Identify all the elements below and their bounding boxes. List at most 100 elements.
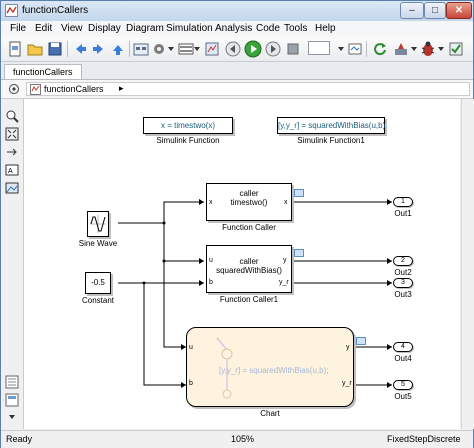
breadcrumb-field: functionCallers ▸	[26, 82, 470, 96]
constant-label: Constant	[81, 296, 115, 305]
forward-icon[interactable]	[90, 40, 108, 58]
back-icon[interactable]	[71, 40, 89, 58]
simulation-mode-icon[interactable]	[346, 40, 364, 58]
new-model-icon[interactable]	[6, 40, 24, 58]
menu-help[interactable]: Help	[315, 23, 336, 34]
outport-4[interactable]: 4	[393, 342, 413, 352]
breadcrumb-item-functioncallers[interactable]: functionCallers	[44, 84, 104, 94]
simulink-window: functionCallers – □ ✕ File Edit View Dis…	[0, 0, 474, 448]
outport-5-label: Out5	[394, 392, 412, 401]
sine-wave-label: Sine Wave	[78, 239, 118, 248]
solver-name: FixedStepDiscrete	[387, 434, 461, 444]
stop-time-combo[interactable]	[308, 41, 330, 55]
stop-icon[interactable]	[284, 40, 302, 58]
explorer-icon[interactable]	[203, 40, 221, 58]
svg-text:A: A	[8, 168, 13, 175]
caller-function-name: timestwo()	[230, 198, 268, 207]
image-icon[interactable]	[5, 181, 19, 195]
menu-simulation[interactable]: Simulation	[166, 23, 213, 34]
chart-link-icon[interactable]	[356, 337, 366, 345]
zoom-level: 105%	[231, 434, 255, 444]
function-caller1-block[interactable]: caller squaredWithBias() u b y y_r	[206, 245, 292, 293]
outport-2-label: Out2	[394, 268, 412, 277]
vertical-scrollbar[interactable]	[461, 99, 474, 429]
model-browser-icon[interactable]	[5, 375, 19, 389]
sine-wave-block[interactable]	[87, 211, 109, 237]
status-bar: Ready 105% FixedStepDiscrete	[1, 430, 473, 448]
sine-wave-icon	[90, 215, 106, 233]
chart-label: Chart	[260, 409, 280, 418]
annotation-icon[interactable]: A	[5, 163, 19, 177]
menu-view[interactable]: View	[61, 23, 83, 34]
menu-analysis[interactable]: Analysis	[215, 23, 252, 34]
output-port-y_r: y_r	[342, 380, 352, 387]
open-icon[interactable]	[26, 40, 44, 58]
function-caller-block[interactable]: caller timestwo() x x	[206, 183, 292, 221]
zoom-icon[interactable]	[5, 109, 19, 123]
simulink-function-block[interactable]: x = timestwo(x)	[143, 117, 233, 134]
input-port-u: u	[189, 344, 193, 351]
title-bar: functionCallers – □ ✕	[1, 1, 473, 21]
menu-file[interactable]: File	[10, 23, 26, 34]
save-icon[interactable]	[46, 40, 64, 58]
outport-5[interactable]: 5	[393, 380, 413, 390]
breadcrumb-arrow-icon[interactable]: ▸	[119, 83, 124, 94]
output-port-y_r: y_r	[279, 279, 289, 286]
collapse-icon[interactable]	[5, 411, 19, 425]
toolbar	[1, 37, 473, 62]
menu-code[interactable]: Code	[256, 23, 280, 34]
step-back-icon[interactable]	[224, 40, 242, 58]
arrow-right-icon[interactable]	[5, 145, 19, 159]
output-port-y: y	[346, 344, 350, 351]
fit-to-view-icon[interactable]	[5, 127, 19, 141]
stateflow-chart-block[interactable]: u b y y_r [y,y_r] = squaredWithBias(u,b)…	[186, 327, 354, 407]
outport-1[interactable]: 1	[393, 197, 413, 207]
refresh-icon[interactable]	[371, 40, 389, 58]
model-icon	[30, 84, 41, 95]
run-icon[interactable]	[244, 40, 262, 58]
outport-1-label: Out1	[394, 209, 412, 218]
output-port-y: y	[283, 257, 287, 264]
tab-functioncallers[interactable]: functionCallers	[4, 64, 82, 79]
breadcrumb: functionCallers ▸	[1, 80, 473, 99]
input-port-x: x	[209, 199, 213, 206]
left-palette: A	[1, 99, 24, 429]
hide-browser-icon[interactable]	[8, 83, 20, 95]
property-inspector-icon[interactable]	[5, 393, 19, 407]
maximize-button[interactable]: □	[424, 2, 446, 19]
outport-4-label: Out4	[394, 354, 412, 363]
outport-2[interactable]: 2	[393, 256, 413, 266]
constant-value: -0.5	[91, 278, 105, 287]
input-port-b: b	[189, 380, 193, 387]
menu-bar: File Edit View Display Diagram Simulatio…	[1, 21, 473, 38]
model-advisor-icon[interactable]	[447, 40, 465, 58]
outport-3-label: Out3	[394, 290, 412, 299]
function-signature: x = timestwo(x)	[160, 121, 215, 130]
output-port-x: x	[284, 199, 288, 206]
simulink-app-icon	[5, 4, 18, 17]
step-forward-icon[interactable]	[264, 40, 282, 58]
input-port-u: u	[209, 257, 213, 264]
simulink-function1-label: Simulink Function1	[297, 136, 365, 145]
model-config-icon[interactable]	[132, 40, 150, 58]
up-icon[interactable]	[109, 40, 127, 58]
close-button[interactable]: ✕	[446, 2, 472, 19]
caller-function-name: squaredWithBias()	[216, 266, 282, 275]
function-caller1-label: Function Caller1	[219, 295, 279, 304]
model-canvas[interactable]: x = timestwo(x) Simulink Function [y,y_r…	[24, 99, 460, 429]
status-text: Ready	[6, 434, 33, 444]
function-signature: [y,y_r] = squaredWithBias(u,b)	[278, 121, 386, 130]
simulink-function1-block[interactable]: [y,y_r] = squaredWithBias(u,b)	[277, 117, 385, 134]
constant-block[interactable]: -0.5	[85, 272, 111, 294]
minimize-button[interactable]: –	[400, 2, 424, 19]
menu-edit[interactable]: Edit	[35, 23, 52, 34]
function-caller-label: Function Caller	[222, 223, 276, 232]
menu-display[interactable]: Display	[88, 23, 121, 34]
menu-diagram[interactable]: Diagram	[126, 23, 164, 34]
simulink-function-label: Simulink Function	[156, 136, 220, 145]
outport-3[interactable]: 3	[393, 278, 413, 288]
menu-tools[interactable]: Tools	[284, 23, 307, 34]
function-link-icon[interactable]	[294, 189, 304, 197]
model-tab-strip: functionCallers	[1, 62, 473, 80]
function-link-icon[interactable]	[294, 249, 304, 257]
